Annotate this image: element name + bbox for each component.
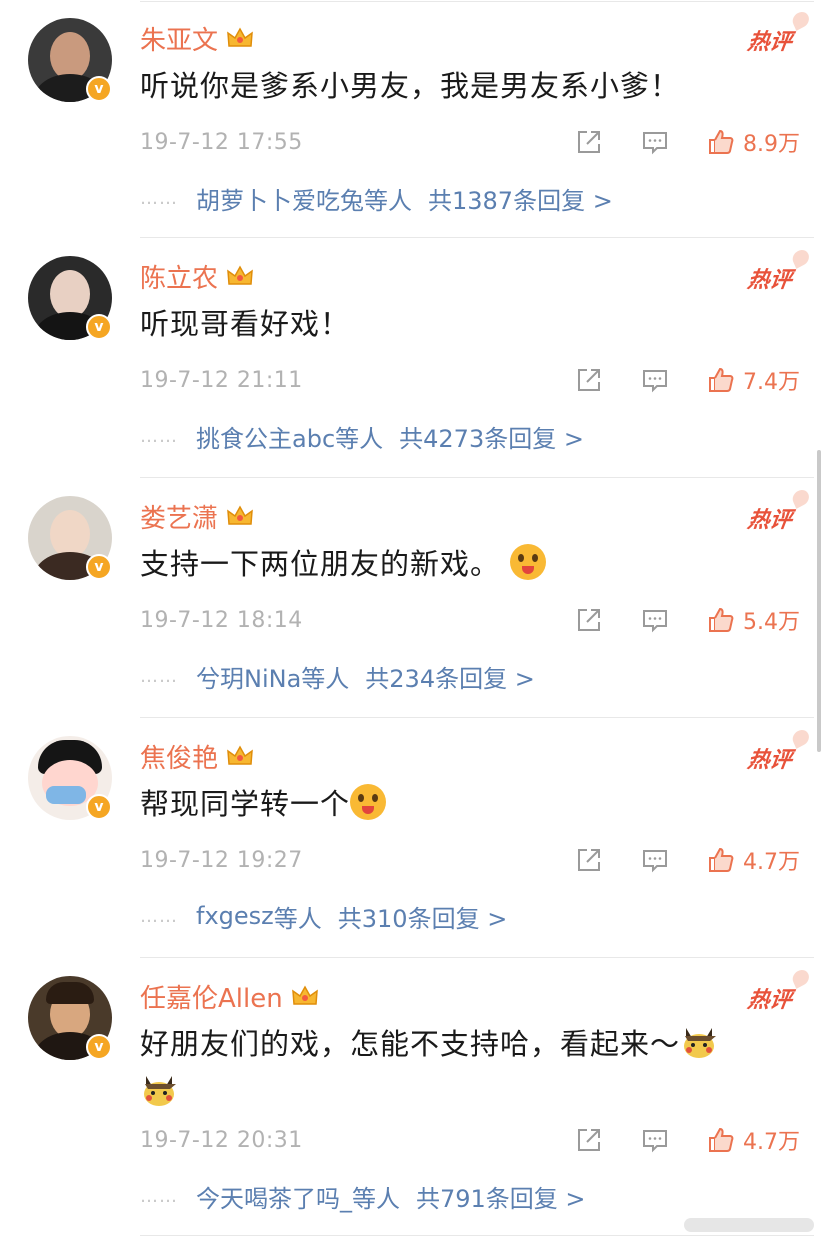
username[interactable]: 朱亚文: [140, 20, 218, 57]
share-icon[interactable]: [575, 606, 603, 634]
crown-icon: [227, 27, 253, 47]
pikachu-emoji-icon: [144, 1076, 176, 1106]
like-count: 7.4万: [743, 370, 800, 395]
reply-names[interactable]: 兮玥NiNa: [196, 659, 301, 694]
comment-time: 19-7-12 18:14: [140, 607, 303, 633]
avatar[interactable]: v: [28, 18, 112, 102]
pikachu-emoji-icon: [684, 1028, 717, 1058]
reply-total-link[interactable]: 共234条回复 >: [365, 659, 535, 694]
like-button[interactable]: 8.9万: [707, 126, 800, 158]
thumbs-up-icon: [709, 129, 734, 154]
reply-suffix: 等人: [273, 904, 322, 933]
thumbs-up-icon: [709, 607, 734, 632]
tongue-wink-emoji-icon: [350, 784, 387, 820]
reply-total-link[interactable]: 共1387条回复 >: [428, 181, 613, 216]
username[interactable]: 陈立农: [140, 258, 218, 295]
avatar[interactable]: v: [28, 976, 112, 1060]
like-button[interactable]: 4.7万: [707, 844, 800, 876]
reply-summary[interactable]: …… 兮玥NiNa 等人 共234条回复 >: [140, 656, 535, 696]
hot-comment-badge: 热评: [746, 262, 795, 294]
verified-v-icon: v: [86, 76, 112, 102]
reply-suffix: 等人: [352, 1184, 400, 1213]
reply-names[interactable]: 挑食公主abc: [196, 419, 335, 454]
avatar[interactable]: v: [28, 256, 112, 340]
share-icon[interactable]: [575, 1126, 603, 1154]
dots-icon: ……: [140, 425, 178, 447]
like-count: 5.4万: [743, 610, 800, 635]
tongue-wink-emoji-icon: [510, 544, 547, 580]
comment-text: 好朋友们的戏，怎能不支持哈，看起来～: [140, 1020, 800, 1116]
reply-names[interactable]: 今天喝茶了吗_: [196, 1179, 352, 1214]
crown-icon: [227, 505, 253, 525]
crown-icon: [291, 985, 318, 1005]
hot-comment-badge: 热评: [746, 982, 795, 1014]
comment-text: 帮现同学转一个: [140, 780, 800, 828]
dots-icon: ……: [140, 665, 178, 687]
crown-icon: [227, 265, 253, 285]
comment-time: 19-7-12 17:55: [140, 129, 303, 155]
username[interactable]: 任嘉伦Allen: [140, 978, 283, 1015]
comment-icon[interactable]: [641, 606, 669, 634]
reply-total-link[interactable]: 共310条回复 >: [338, 899, 508, 934]
comment-item: v 任嘉伦Allen 热评 好朋友们的戏，怎能不支持哈，看起来～ 19-7-12…: [0, 958, 828, 1236]
reply-suffix: 等人: [335, 424, 384, 453]
reply-summary[interactable]: …… 今天喝茶了吗_ 等人 共791条回复 >: [140, 1176, 586, 1216]
reply-summary[interactable]: …… 挑食公主abc 等人 共4273条回复 >: [140, 416, 584, 456]
verified-v-icon: v: [86, 1034, 112, 1060]
thumbs-up-icon: [709, 847, 734, 872]
verified-v-icon: v: [86, 554, 112, 580]
reply-total-link[interactable]: 共791条回复 >: [416, 1179, 586, 1214]
comment-text: 支持一下两位朋友的新戏。: [140, 540, 800, 588]
thumbs-up-icon: [709, 367, 734, 392]
comment-icon[interactable]: [641, 366, 669, 394]
reply-names[interactable]: 胡萝卜卜爱吃兔: [196, 181, 364, 216]
comment-time: 19-7-12 21:11: [140, 367, 303, 393]
username[interactable]: 焦俊艳: [140, 738, 218, 775]
comment-icon[interactable]: [641, 846, 669, 874]
comment-item: v 焦俊艳 热评 帮现同学转一个 19-7-12 19:27 4.7万 …… f…: [0, 718, 828, 958]
like-button[interactable]: 4.7万: [707, 1124, 800, 1156]
comment-time: 19-7-12 19:27: [140, 847, 303, 873]
comment-item: v 娄艺潇 热评 支持一下两位朋友的新戏。 19-7-12 18:14 5.4万…: [0, 478, 828, 718]
thumbs-up-icon: [709, 1127, 734, 1152]
comment-list: v 朱亚文 热评 听说你是爹系小男友，我是男友系小爹！ 19-7-12 17:5…: [0, 0, 828, 1236]
avatar[interactable]: v: [28, 736, 112, 820]
reply-total-link[interactable]: 共4273条回复 >: [399, 419, 584, 454]
hot-comment-badge: 热评: [746, 502, 795, 534]
reply-summary[interactable]: …… fxgesz 等人 共310条回复 >: [140, 896, 507, 936]
comment-item: v 朱亚文 热评 听说你是爹系小男友，我是男友系小爹！ 19-7-12 17:5…: [0, 0, 828, 238]
scrollbar[interactable]: [817, 450, 821, 752]
comment-icon[interactable]: [641, 1126, 669, 1154]
comment-text: 听说你是爹系小男友，我是男友系小爹！: [140, 69, 681, 103]
hot-comment-badge: 热评: [746, 742, 795, 774]
reply-suffix: 等人: [301, 664, 350, 693]
verified-v-icon: v: [86, 314, 112, 340]
avatar[interactable]: v: [28, 496, 112, 580]
share-icon[interactable]: [575, 366, 603, 394]
verified-v-icon: v: [86, 794, 112, 820]
reply-names[interactable]: fxgesz: [196, 902, 274, 930]
like-count: 8.9万: [743, 132, 800, 157]
like-button[interactable]: 5.4万: [707, 604, 800, 636]
reply-suffix: 等人: [364, 186, 412, 215]
hot-comment-badge: 热评: [746, 24, 795, 56]
share-icon[interactable]: [575, 128, 603, 156]
comment-icon[interactable]: [641, 128, 669, 156]
watermark-logo: [684, 1218, 814, 1232]
username[interactable]: 娄艺潇: [140, 498, 218, 535]
comment-item: v 陈立农 热评 听现哥看好戏！ 19-7-12 21:11 7.4万 …… 挑…: [0, 238, 828, 478]
reply-summary[interactable]: …… 胡萝卜卜爱吃兔 等人 共1387条回复 >: [140, 178, 613, 218]
dots-icon: ……: [140, 905, 178, 927]
like-count: 4.7万: [743, 850, 800, 875]
comment-text: 听现哥看好戏！: [140, 307, 351, 341]
dots-icon: ……: [140, 187, 178, 209]
dots-icon: ……: [140, 1185, 178, 1207]
like-count: 4.7万: [743, 1130, 800, 1155]
share-icon[interactable]: [575, 846, 603, 874]
crown-icon: [227, 745, 253, 765]
like-button[interactable]: 7.4万: [707, 364, 800, 396]
comment-time: 19-7-12 20:31: [140, 1127, 303, 1153]
